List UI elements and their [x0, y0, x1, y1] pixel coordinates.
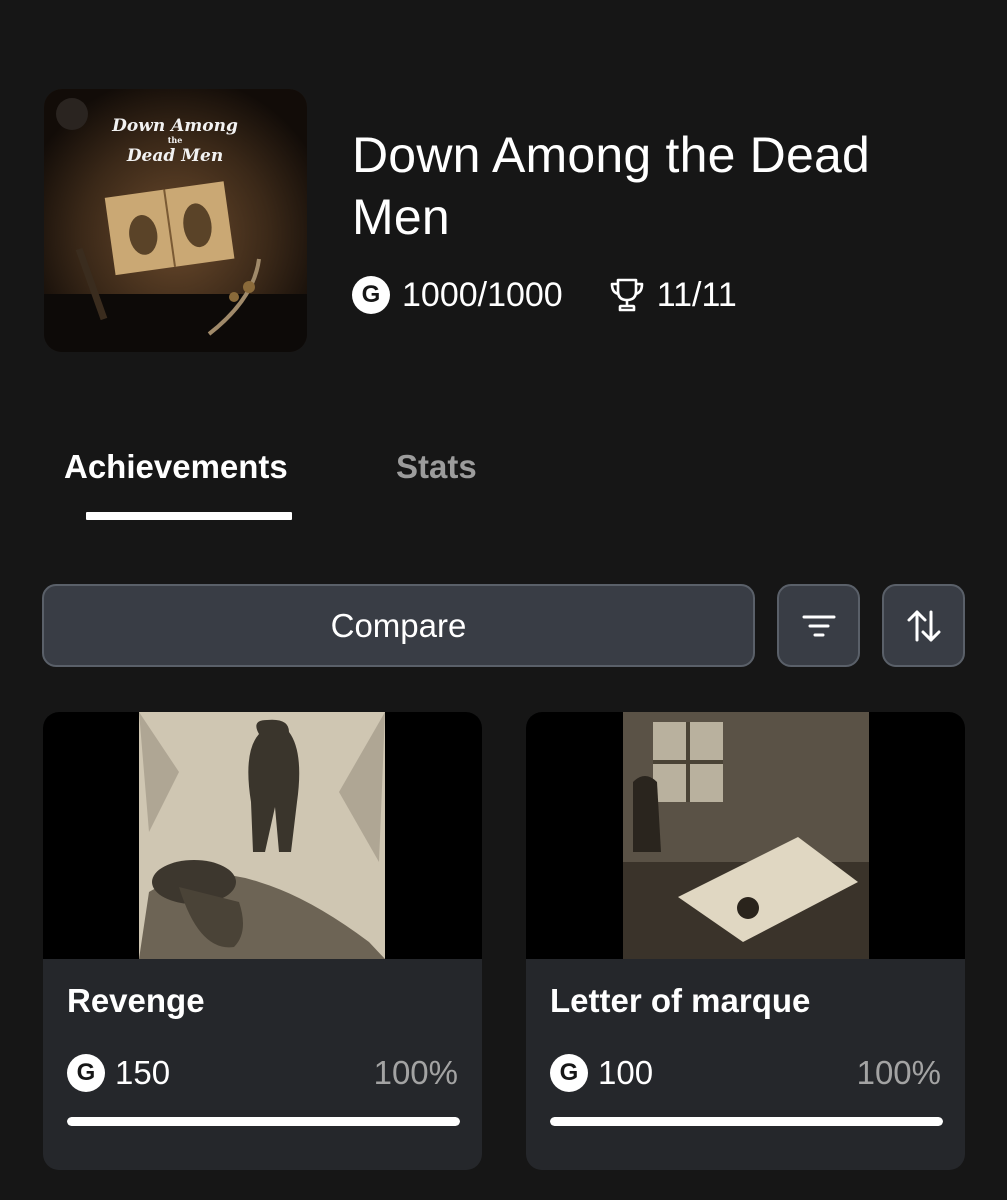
filter-icon	[802, 615, 835, 636]
sort-icon	[907, 610, 940, 641]
achievement-progress-bar	[67, 1117, 460, 1126]
gamerscore-icon: G	[67, 1054, 105, 1092]
filter-button[interactable]	[777, 584, 860, 667]
tab-achievements[interactable]: Achievements	[64, 448, 288, 486]
achievement-progress-bar	[550, 1117, 943, 1126]
compare-button[interactable]: Compare	[42, 584, 755, 667]
game-title: Down Among the Dead Men	[352, 127, 871, 245]
active-tab-indicator	[86, 512, 292, 520]
tab-stats[interactable]: Stats	[396, 448, 477, 486]
game-cover-image: Down Among the Dead Men	[44, 89, 307, 352]
achievement-artwork	[43, 712, 482, 959]
achievement-card-revenge[interactable]: Revenge G 150 100%	[43, 712, 482, 1170]
cover-title-line1: Down Among	[111, 116, 238, 136]
sort-button[interactable]	[882, 584, 965, 667]
achievement-gamerscore: G 100	[550, 1054, 653, 1092]
achievement-unlock-percent: 100%	[373, 1054, 458, 1091]
gamerscore-icon: G	[352, 276, 390, 314]
achievement-name: Letter of marque	[550, 982, 811, 1019]
trophy-icon	[609, 276, 645, 314]
gamerscore-value: 1000/1000	[402, 275, 563, 314]
achievement-progress-fill	[67, 1117, 460, 1126]
game-stats-row: G 1000/1000 11/11	[352, 274, 737, 316]
gamerscore-icon: G	[550, 1054, 588, 1092]
achievement-card-letter-of-marque[interactable]: Letter of marque G 100 100%	[526, 712, 965, 1170]
achievement-name: Revenge	[67, 982, 205, 1019]
achievement-gamerscore: G 150	[67, 1054, 170, 1092]
achievement-artwork	[526, 712, 965, 959]
achievement-unlock-percent: 100%	[856, 1054, 941, 1091]
achievements-page: Down Among the Dead Men Down Among the D…	[0, 0, 1007, 1200]
cover-title-line2: the	[168, 135, 183, 145]
achievement-gamerscore-value: 150	[115, 1054, 171, 1091]
achievement-gamerscore-value: 100	[598, 1054, 654, 1091]
cover-title-line3: Dead Men	[126, 146, 223, 166]
achievements-count: 11/11	[656, 275, 737, 314]
achievement-progress-fill	[550, 1117, 943, 1126]
